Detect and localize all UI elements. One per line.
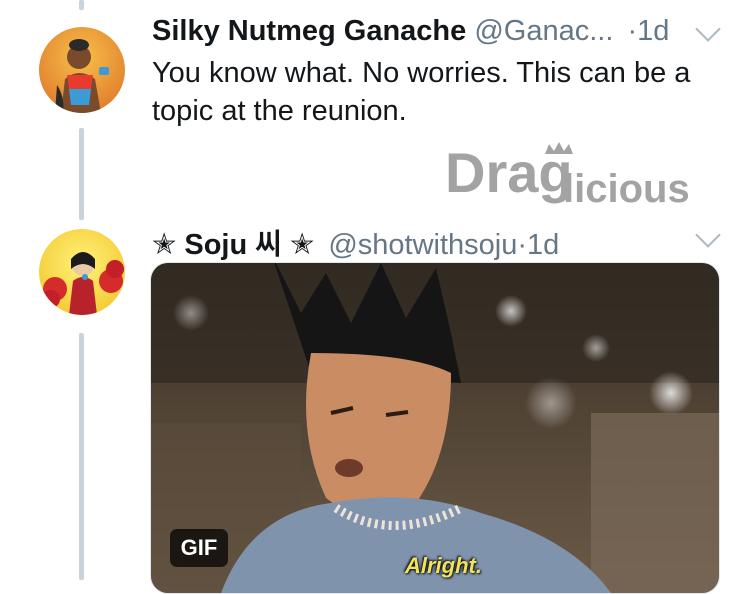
thread-line-top	[79, 0, 84, 10]
chevron-down-icon[interactable]	[695, 222, 721, 248]
thread-line-bottom	[79, 333, 84, 580]
separator-dot: ·	[517, 229, 528, 261]
user-handle[interactable]: @shotwithsoju	[328, 229, 517, 261]
user-handle[interactable]: @Ganac...	[474, 15, 613, 47]
thread-line-middle	[79, 128, 84, 220]
display-name[interactable]: Silky Nutmeg Ganache	[152, 15, 466, 47]
gif-subtitle: Alright.	[405, 553, 482, 578]
gif-media[interactable]	[150, 262, 720, 594]
gif-badge: GIF	[170, 529, 228, 567]
avatar-soju[interactable]	[39, 229, 125, 315]
separator-dot: ·	[627, 15, 638, 47]
tweet-header: ✭ Soju 씨 ✭ @shotwithsoju·1d	[152, 221, 559, 263]
avatar-silky[interactable]	[39, 27, 125, 113]
timestamp[interactable]: 1d	[637, 15, 669, 47]
display-name[interactable]: ✭ Soju 씨 ✭	[152, 229, 314, 261]
timestamp[interactable]: 1d	[527, 229, 559, 261]
tweet-text: You know what. No worries. This can be a…	[152, 57, 691, 127]
tweet-header: Silky Nutmeg Ganache @Ganac... ·1d	[152, 15, 669, 48]
svg-text:licious: licious	[563, 167, 690, 211]
watermark-logo: Drag licious	[445, 140, 725, 225]
chevron-down-icon[interactable]	[695, 16, 721, 42]
